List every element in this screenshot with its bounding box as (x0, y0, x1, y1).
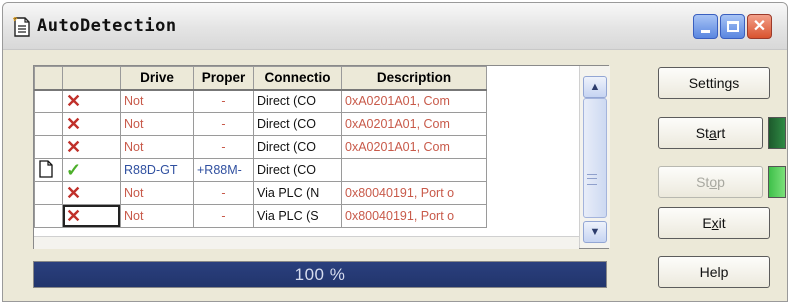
exit-label-part: E (702, 215, 712, 231)
description-cell[interactable]: 0xA0201A01, Com (341, 112, 487, 136)
vertical-scrollbar[interactable]: ▲ ▼ (579, 66, 610, 248)
start-button[interactable]: Start (658, 117, 763, 149)
row-status-cell[interactable]: ✓ (62, 158, 121, 182)
exit-label-mnemonic: x (711, 215, 719, 231)
document-icon (13, 17, 30, 37)
detection-grid[interactable]: Drive Proper Connectio Description ✕ Not… (33, 65, 610, 249)
document-icon (39, 159, 53, 178)
grip-icon (587, 174, 597, 185)
table-row[interactable]: ✕ Not - Direct (CO 0xA0201A01, Com (34, 112, 487, 136)
x-mark-icon: ✕ (66, 183, 82, 203)
connection-cell[interactable]: Direct (CO (253, 112, 342, 136)
close-button[interactable]: ✕ (747, 14, 772, 39)
check-mark-icon: ✓ (66, 160, 82, 180)
property-cell[interactable]: - (193, 135, 254, 159)
stop-label-part: p (717, 174, 725, 190)
connection-cell[interactable]: Direct (CO (253, 135, 342, 159)
description-cell[interactable]: 0xA0201A01, Com (341, 89, 487, 113)
column-header-connection[interactable]: Connectio (253, 66, 342, 91)
property-cell[interactable]: +R88M- (193, 158, 254, 182)
chevron-up-icon: ▲ (589, 81, 601, 93)
chevron-down-icon: ▼ (589, 226, 601, 238)
row-icon-cell[interactable] (34, 204, 63, 228)
scroll-up-button[interactable]: ▲ (583, 76, 607, 98)
property-cell[interactable]: - (193, 204, 254, 228)
x-mark-icon: ✕ (66, 114, 82, 134)
start-label-part: St (695, 125, 709, 141)
table-row[interactable]: ✕ Not - Via PLC (N 0x80040191, Port o (34, 181, 487, 205)
start-label: Start (696, 125, 726, 141)
row-status-cell[interactable]: ✕ (62, 204, 121, 228)
property-cell[interactable]: - (193, 181, 254, 205)
help-label: Help (699, 264, 729, 280)
x-mark-icon: ✕ (66, 206, 82, 226)
drive-cell[interactable]: Not (120, 112, 194, 136)
exit-button[interactable]: Exit (658, 207, 770, 239)
exit-label-part: it (718, 215, 726, 231)
settings-button[interactable]: Settings (658, 67, 770, 99)
table-row[interactable]: ✕ Not - Direct (CO 0xA0201A01, Com (34, 135, 487, 159)
description-cell[interactable] (341, 158, 487, 182)
progress-text: 100 % (294, 264, 346, 284)
start-label-part: rt (716, 125, 726, 141)
stop-label-part: St (696, 174, 710, 190)
help-button[interactable]: Help (658, 256, 770, 288)
row-icon-cell[interactable] (34, 158, 63, 182)
start-indicator-led (768, 117, 786, 149)
description-cell[interactable]: 0xA0201A01, Com (341, 135, 487, 159)
description-cell[interactable]: 0x80040191, Port o (341, 204, 487, 228)
window-title: AutoDetection (37, 16, 177, 36)
row-status-cell[interactable]: ✕ (62, 112, 121, 136)
property-cell[interactable]: - (193, 89, 254, 113)
row-icon-cell[interactable] (34, 112, 63, 136)
connection-cell[interactable]: Direct (CO (253, 89, 342, 113)
row-icon-cell[interactable] (34, 181, 63, 205)
column-header-drive[interactable]: Drive (120, 66, 194, 91)
autodetection-window: AutoDetection ✕ Drive Proper Connectio D… (2, 2, 788, 302)
drive-cell[interactable]: Not (120, 135, 194, 159)
scroll-down-button[interactable]: ▼ (583, 221, 607, 243)
start-label-mnemonic: a (708, 125, 717, 141)
title-bar[interactable]: AutoDetection ✕ (3, 3, 787, 50)
table-row[interactable]: ✕ Not - Direct (CO 0xA0201A01, Com (34, 89, 487, 113)
column-header-status[interactable] (62, 66, 121, 91)
progress-bar: 100 % (33, 261, 607, 288)
minimize-button[interactable] (693, 14, 718, 39)
row-status-cell[interactable]: ✕ (62, 135, 121, 159)
row-icon-cell[interactable] (34, 89, 63, 113)
stop-button[interactable]: Stop (658, 166, 763, 198)
horizontal-scrollbar[interactable] (34, 236, 579, 249)
drive-cell[interactable]: Not (120, 204, 194, 228)
drive-cell[interactable]: Not (120, 181, 194, 205)
connection-cell[interactable]: Via PLC (N (253, 181, 342, 205)
x-mark-icon: ✕ (66, 91, 82, 112)
row-icon-cell[interactable] (34, 135, 63, 159)
stop-label: Stop (696, 174, 725, 190)
maximize-icon (726, 21, 739, 32)
detection-table: Drive Proper Connectio Description ✕ Not… (34, 66, 487, 228)
table-row[interactable]: ✓ R88D-GT +R88M- Direct (CO (34, 158, 487, 182)
x-mark-icon: ✕ (66, 137, 82, 157)
scroll-thumb[interactable] (583, 98, 607, 218)
drive-cell[interactable]: Not (120, 89, 194, 113)
column-header-icon[interactable] (34, 66, 63, 91)
description-cell[interactable]: 0x80040191, Port o (341, 181, 487, 205)
exit-label: Exit (702, 215, 725, 231)
stop-label-mnemonic: o (709, 174, 718, 190)
property-cell[interactable]: - (193, 112, 254, 136)
drive-cell[interactable]: R88D-GT (120, 158, 194, 182)
maximize-button[interactable] (720, 14, 745, 39)
connection-cell[interactable]: Direct (CO (253, 158, 342, 182)
table-header-row: Drive Proper Connectio Description (34, 66, 487, 91)
row-status-cell[interactable]: ✕ (62, 181, 121, 205)
column-header-description[interactable]: Description (341, 66, 487, 91)
row-status-cell[interactable]: ✕ (62, 89, 121, 113)
connection-cell[interactable]: Via PLC (S (253, 204, 342, 228)
table-row[interactable]: ✕ Not - Via PLC (S 0x80040191, Port o (34, 204, 487, 228)
stop-indicator-led (768, 166, 786, 198)
settings-label: Settings (688, 75, 740, 91)
close-icon: ✕ (752, 17, 767, 35)
minimize-icon (701, 30, 710, 33)
column-header-property[interactable]: Proper (193, 66, 254, 91)
